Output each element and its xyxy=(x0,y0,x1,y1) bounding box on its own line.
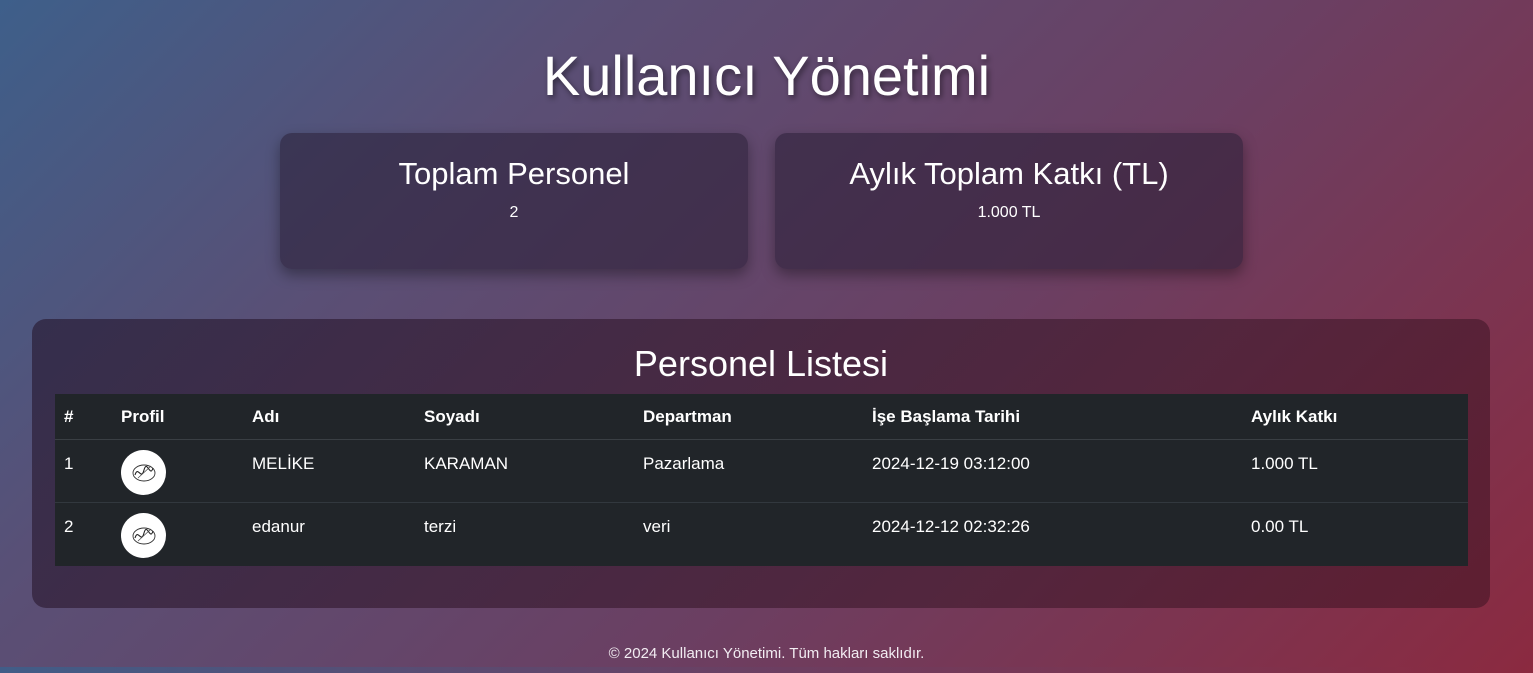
monthly-contribution-card: Aylık Toplam Katkı (TL) 1.000 TL xyxy=(775,133,1243,269)
row-number: 2 xyxy=(64,517,74,536)
department-cell: Pazarlama xyxy=(634,439,863,503)
start-date-cell: 2024-12-19 03:12:00 xyxy=(863,439,1242,503)
start-date-cell: 2024-12-12 02:32:26 xyxy=(872,517,1030,536)
surname-cell: KARAMAN xyxy=(415,439,634,503)
personnel-list-title: Personel Listesi xyxy=(633,343,889,384)
first-name-cell: MELİKE xyxy=(243,439,415,503)
surname-cell: terzi xyxy=(424,517,457,536)
monthly-contribution-title: Aylık Toplam Katkı (TL) xyxy=(849,156,1169,191)
monthly-contribution-value: 1.000 TL xyxy=(977,204,1041,221)
total-personnel-value: 2 xyxy=(509,204,519,221)
personnel-table: # Profil Adı Soyadı Departman İşe Başlam… xyxy=(55,394,1468,566)
monthly-contribution-cell: 1.000 TL xyxy=(1242,439,1468,503)
signature-logo-icon xyxy=(132,527,155,544)
column-header-surname: Soyadı xyxy=(415,394,634,440)
total-personnel-title: Toplam Personel xyxy=(398,156,630,191)
department-cell: veri xyxy=(643,517,671,536)
table-row: 2 edanur terzi veri 2024-12-12 02:32:26 … xyxy=(55,503,1468,566)
row-number: 1 xyxy=(55,439,112,503)
first-name-cell: edanur xyxy=(252,517,305,536)
footer-copyright: © 2024 Kullanıcı Yönetimi. Tüm hakları s… xyxy=(608,645,925,662)
avatar xyxy=(121,513,166,558)
column-header-department: Departman xyxy=(634,394,863,440)
signature-logo-icon xyxy=(132,464,155,481)
bottom-border-strip xyxy=(0,667,1533,673)
monthly-contribution-cell: 0.00 TL xyxy=(1251,517,1309,536)
table-row: 1 MELİKE KARAMAN Pazarlama 2024-12-19 03… xyxy=(55,439,1468,503)
column-header-number: # xyxy=(55,394,112,440)
total-personnel-card: Toplam Personel 2 xyxy=(280,133,748,269)
table-header-row: # Profil Adı Soyadı Departman İşe Başlam… xyxy=(55,394,1468,440)
profile-cell xyxy=(112,503,243,566)
column-header-profile: Profil xyxy=(112,394,243,440)
profile-cell xyxy=(112,439,243,503)
page-title: Kullanıcı Yönetimi xyxy=(542,44,991,107)
column-header-name: Adı xyxy=(243,394,415,440)
column-header-monthly-contribution: Aylık Katkı xyxy=(1242,394,1468,440)
personnel-list-panel: Personel Listesi # Profil Adı Soyadı Dep… xyxy=(32,319,1490,608)
avatar xyxy=(121,450,166,495)
column-header-start-date: İşe Başlama Tarihi xyxy=(863,394,1242,440)
